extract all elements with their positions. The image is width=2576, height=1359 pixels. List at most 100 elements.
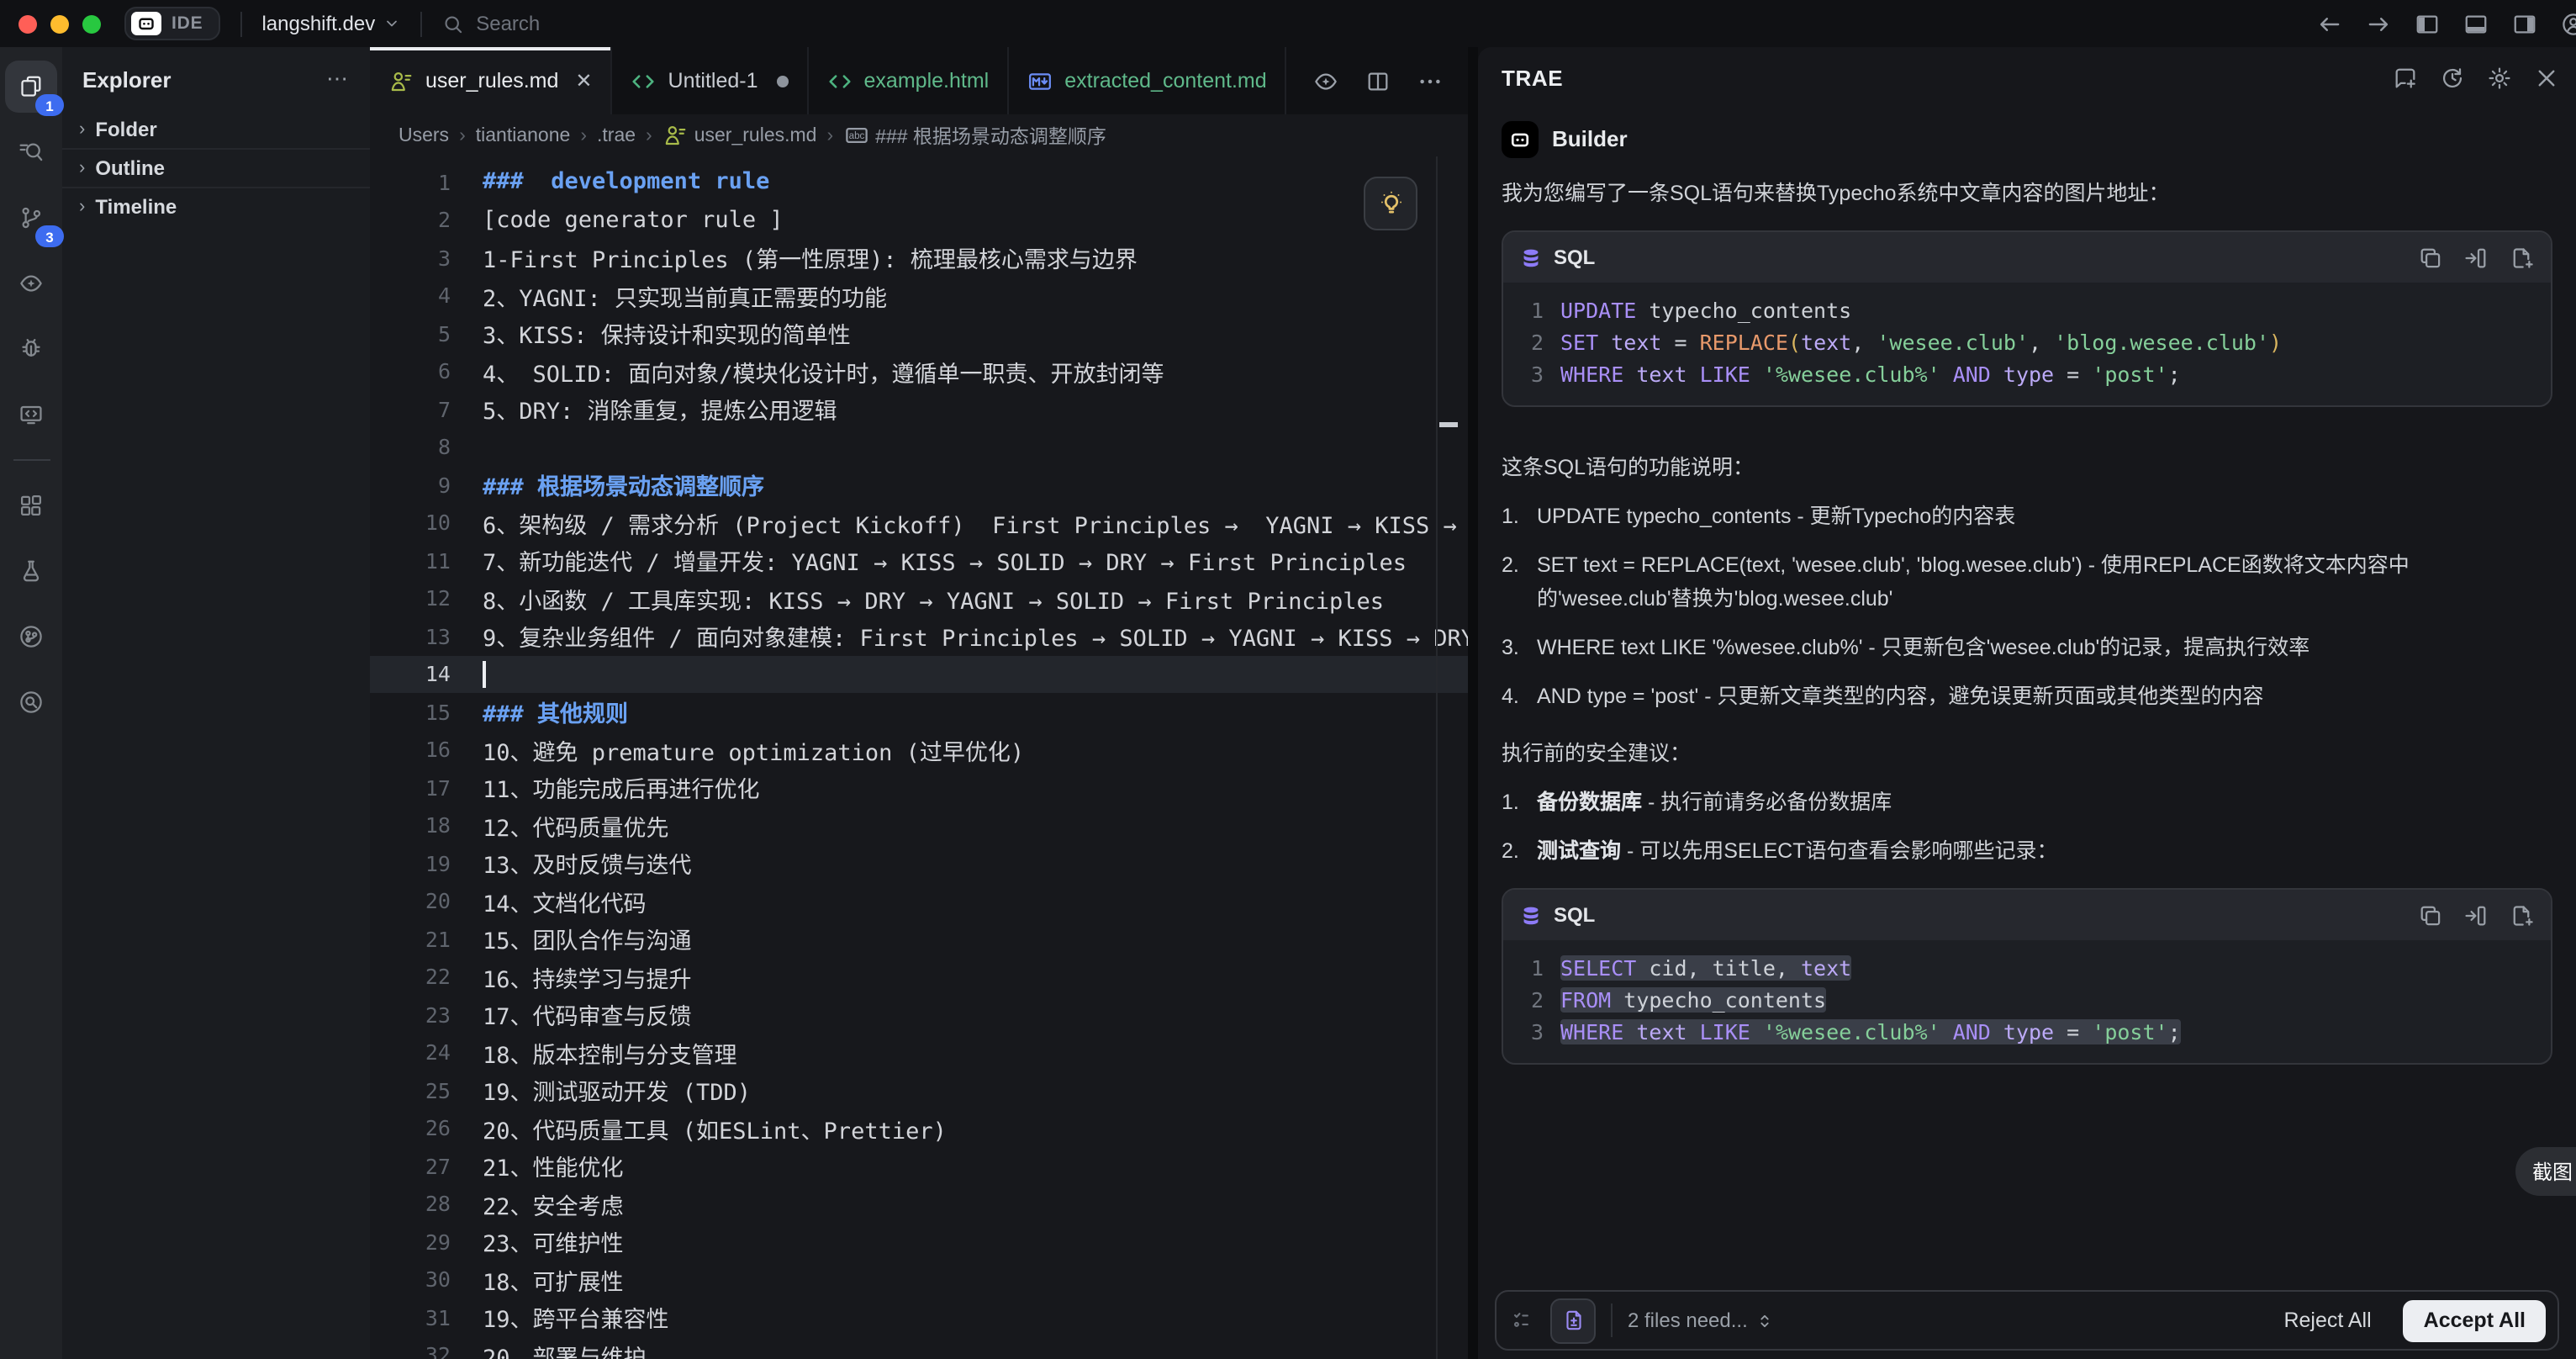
split-editor-icon[interactable]	[1365, 68, 1391, 93]
editor-line[interactable]: 117、新功能迭代 / 增量开发: YAGNI → KISS → SOLID →…	[370, 542, 1468, 579]
copy-icon[interactable]	[2418, 245, 2443, 270]
breadcrumb-item[interactable]: tiantianone	[476, 125, 571, 145]
editor-line[interactable]: 3220、部署与维护	[370, 1336, 1468, 1359]
close-tab-icon[interactable]: ✕	[575, 69, 592, 93]
explorer-section-outline[interactable]: ›Outline	[62, 148, 370, 187]
activity-item-explorer[interactable]: 1	[5, 61, 57, 113]
files-pending-label[interactable]: 2 files need...	[1628, 1309, 1775, 1332]
settings-icon[interactable]	[2487, 65, 2512, 90]
activity-item-test-lab[interactable]	[5, 545, 57, 597]
layout-left-icon[interactable]	[2415, 11, 2440, 36]
editor-line[interactable]: 53、KISS: 保持设计和实现的简单性	[370, 315, 1468, 352]
layout-bottom-icon[interactable]	[2463, 11, 2489, 36]
editor-line[interactable]: 1913、及时反馈与迭代	[370, 844, 1468, 882]
code-editor[interactable]: 1### development rule2[code generator ru…	[370, 156, 1468, 1359]
editor-line[interactable]: 2721、性能优化	[370, 1147, 1468, 1185]
close-window-button[interactable]	[18, 14, 37, 33]
line-text	[483, 658, 486, 691]
editor-line[interactable]: 75、DRY: 消除重复，提炼公用逻辑	[370, 390, 1468, 428]
editor-line[interactable]: 64、 SOLID: 面向对象/模块化设计时，遵循单一职责、开放封闭等	[370, 352, 1468, 390]
editor-line[interactable]: 2[code generator rule ]	[370, 201, 1468, 239]
global-search[interactable]: Search	[442, 12, 540, 35]
breadcrumb-item[interactable]: Users	[399, 125, 449, 145]
minimize-window-button[interactable]	[50, 14, 69, 33]
activity-item-search[interactable]	[5, 126, 57, 178]
editor-line[interactable]: 14	[370, 655, 1468, 693]
ai-quick-action-button[interactable]	[1364, 177, 1417, 230]
sql-code[interactable]: 1SELECT cid, title, text2FROM typecho_co…	[1503, 940, 2551, 1063]
editor-line[interactable]: 1610、避免 premature optimization (过早优化)	[370, 731, 1468, 769]
breadcrumb-item[interactable]: user_rules.md	[662, 123, 817, 148]
editor-line[interactable]: 106、架构级 / 需求分析 (Project Kickoff) First P…	[370, 504, 1468, 542]
editor-line[interactable]: 8	[370, 428, 1468, 466]
insert-icon[interactable]	[2463, 245, 2489, 270]
activity-item-extensions[interactable]	[5, 479, 57, 531]
editor-line[interactable]: 2822、安全考虑	[370, 1185, 1468, 1223]
preview-eye-icon[interactable]	[1313, 68, 1338, 93]
more-actions-icon[interactable]	[1417, 68, 1443, 93]
editor-line[interactable]: 1711、功能完成后再进行优化	[370, 769, 1468, 806]
editor-line[interactable]: 3119、跨平台兼容性	[370, 1298, 1468, 1336]
list-number: 1.	[1502, 500, 1519, 533]
sql-token: LIKE	[1700, 1019, 1750, 1044]
breadcrumb-item[interactable]: .trae	[597, 125, 636, 145]
changed-files-button[interactable]	[1550, 1298, 1596, 1343]
editor-line[interactable]: 2014、文档化代码	[370, 882, 1468, 920]
activity-item-terminal[interactable]	[5, 389, 57, 441]
reject-all-button[interactable]: Reject All	[2267, 1309, 2388, 1332]
editor-group: user_rules.md✕Untitled-1example.htmlextr…	[370, 47, 1468, 1359]
panel-splitter[interactable]	[1468, 47, 1478, 1359]
editor-line[interactable]: 1### development rule	[370, 163, 1468, 201]
activity-item-debug[interactable]	[5, 323, 57, 375]
editor-line[interactable]: 15### 其他规则	[370, 693, 1468, 731]
close-icon[interactable]	[2534, 65, 2559, 90]
back-arrow-icon[interactable]	[2317, 11, 2342, 36]
editor-line[interactable]: 2519、测试驱动开发 (TDD)	[370, 1071, 1468, 1109]
editor-tab-Untitled-1[interactable]: Untitled-1	[613, 47, 809, 114]
checklist-icon[interactable]	[1512, 1309, 1535, 1332]
forward-arrow-icon[interactable]	[2366, 11, 2391, 36]
editor-line[interactable]: 2418、版本控制与分支管理	[370, 1034, 1468, 1071]
editor-line[interactable]: 2216、持续学习与提升	[370, 958, 1468, 996]
editor-line[interactable]: 9### 根据场景动态调整顺序	[370, 466, 1468, 504]
sql-code[interactable]: 1UPDATE typecho_contents2SET text = REPL…	[1503, 283, 2551, 405]
explorer-section-folder[interactable]: ›Folder	[62, 111, 370, 148]
breadcrumb-item[interactable]: abc### 根据场景动态调整顺序	[843, 122, 1106, 149]
editor-line[interactable]: 2620、代码质量工具 (如ESLint、Prettier)	[370, 1109, 1468, 1147]
screenshot-button[interactable]: 截图	[2515, 1147, 2576, 1196]
user-rules-icon	[388, 68, 414, 93]
zoom-window-button[interactable]	[82, 14, 101, 33]
explorer-section-timeline[interactable]: ›Timeline	[62, 187, 370, 225]
insert-icon[interactable]	[2463, 902, 2489, 928]
editor-line[interactable]: 31-First Principles (第一性原理): 梳理最核心需求与边界	[370, 239, 1468, 277]
editor-line[interactable]: 1812、代码质量优先	[370, 806, 1468, 844]
editor-tab-user_rules.md[interactable]: user_rules.md✕	[370, 47, 613, 114]
editor-line[interactable]: 2115、团队合作与沟通	[370, 920, 1468, 958]
new-chat-icon[interactable]	[2393, 65, 2418, 90]
activity-item-ai-preview[interactable]	[5, 257, 57, 309]
history-icon[interactable]	[2440, 65, 2465, 90]
activity-item-code-search[interactable]	[5, 676, 57, 728]
activity-item-source-control[interactable]: 3	[5, 192, 57, 244]
editor-tab-example.html[interactable]: example.html	[809, 47, 1010, 114]
editor-line[interactable]: 3018、可扩展性	[370, 1261, 1468, 1298]
activity-item-git-graph[interactable]	[5, 611, 57, 663]
workspace-switcher[interactable]: langshift.dev	[261, 12, 400, 35]
new-file-icon[interactable]	[2509, 902, 2534, 928]
editor-line[interactable]: 139、复杂业务组件 / 面向对象建模: First Principles → …	[370, 617, 1468, 655]
ide-mode-switcher[interactable]: IDE	[124, 7, 219, 40]
overview-ruler[interactable]	[1436, 156, 1438, 1359]
editor-line[interactable]: 2317、代码审查与反馈	[370, 996, 1468, 1034]
editor-tab-extracted_content.md[interactable]: extracted_content.md	[1009, 47, 1286, 114]
explorer-more-button[interactable]: ⋯	[326, 66, 350, 93]
account-icon[interactable]	[2561, 11, 2576, 36]
layout-right-icon[interactable]	[2512, 11, 2537, 36]
breadcrumb[interactable]: Users›tiantianone›.trae›user_rules.md›ab…	[370, 114, 1468, 156]
editor-line[interactable]: 128、小函数 / 工具库实现: KISS → DRY → YAGNI → SO…	[370, 579, 1468, 617]
editor-line[interactable]: 2923、可维护性	[370, 1223, 1468, 1261]
new-file-icon[interactable]	[2509, 245, 2534, 270]
copy-icon[interactable]	[2418, 902, 2443, 928]
editor-line[interactable]: 42、YAGNI: 只实现当前真正需要的功能	[370, 277, 1468, 315]
unsaved-dot-icon[interactable]	[777, 75, 789, 87]
accept-all-button[interactable]: Accept All	[2404, 1299, 2546, 1341]
